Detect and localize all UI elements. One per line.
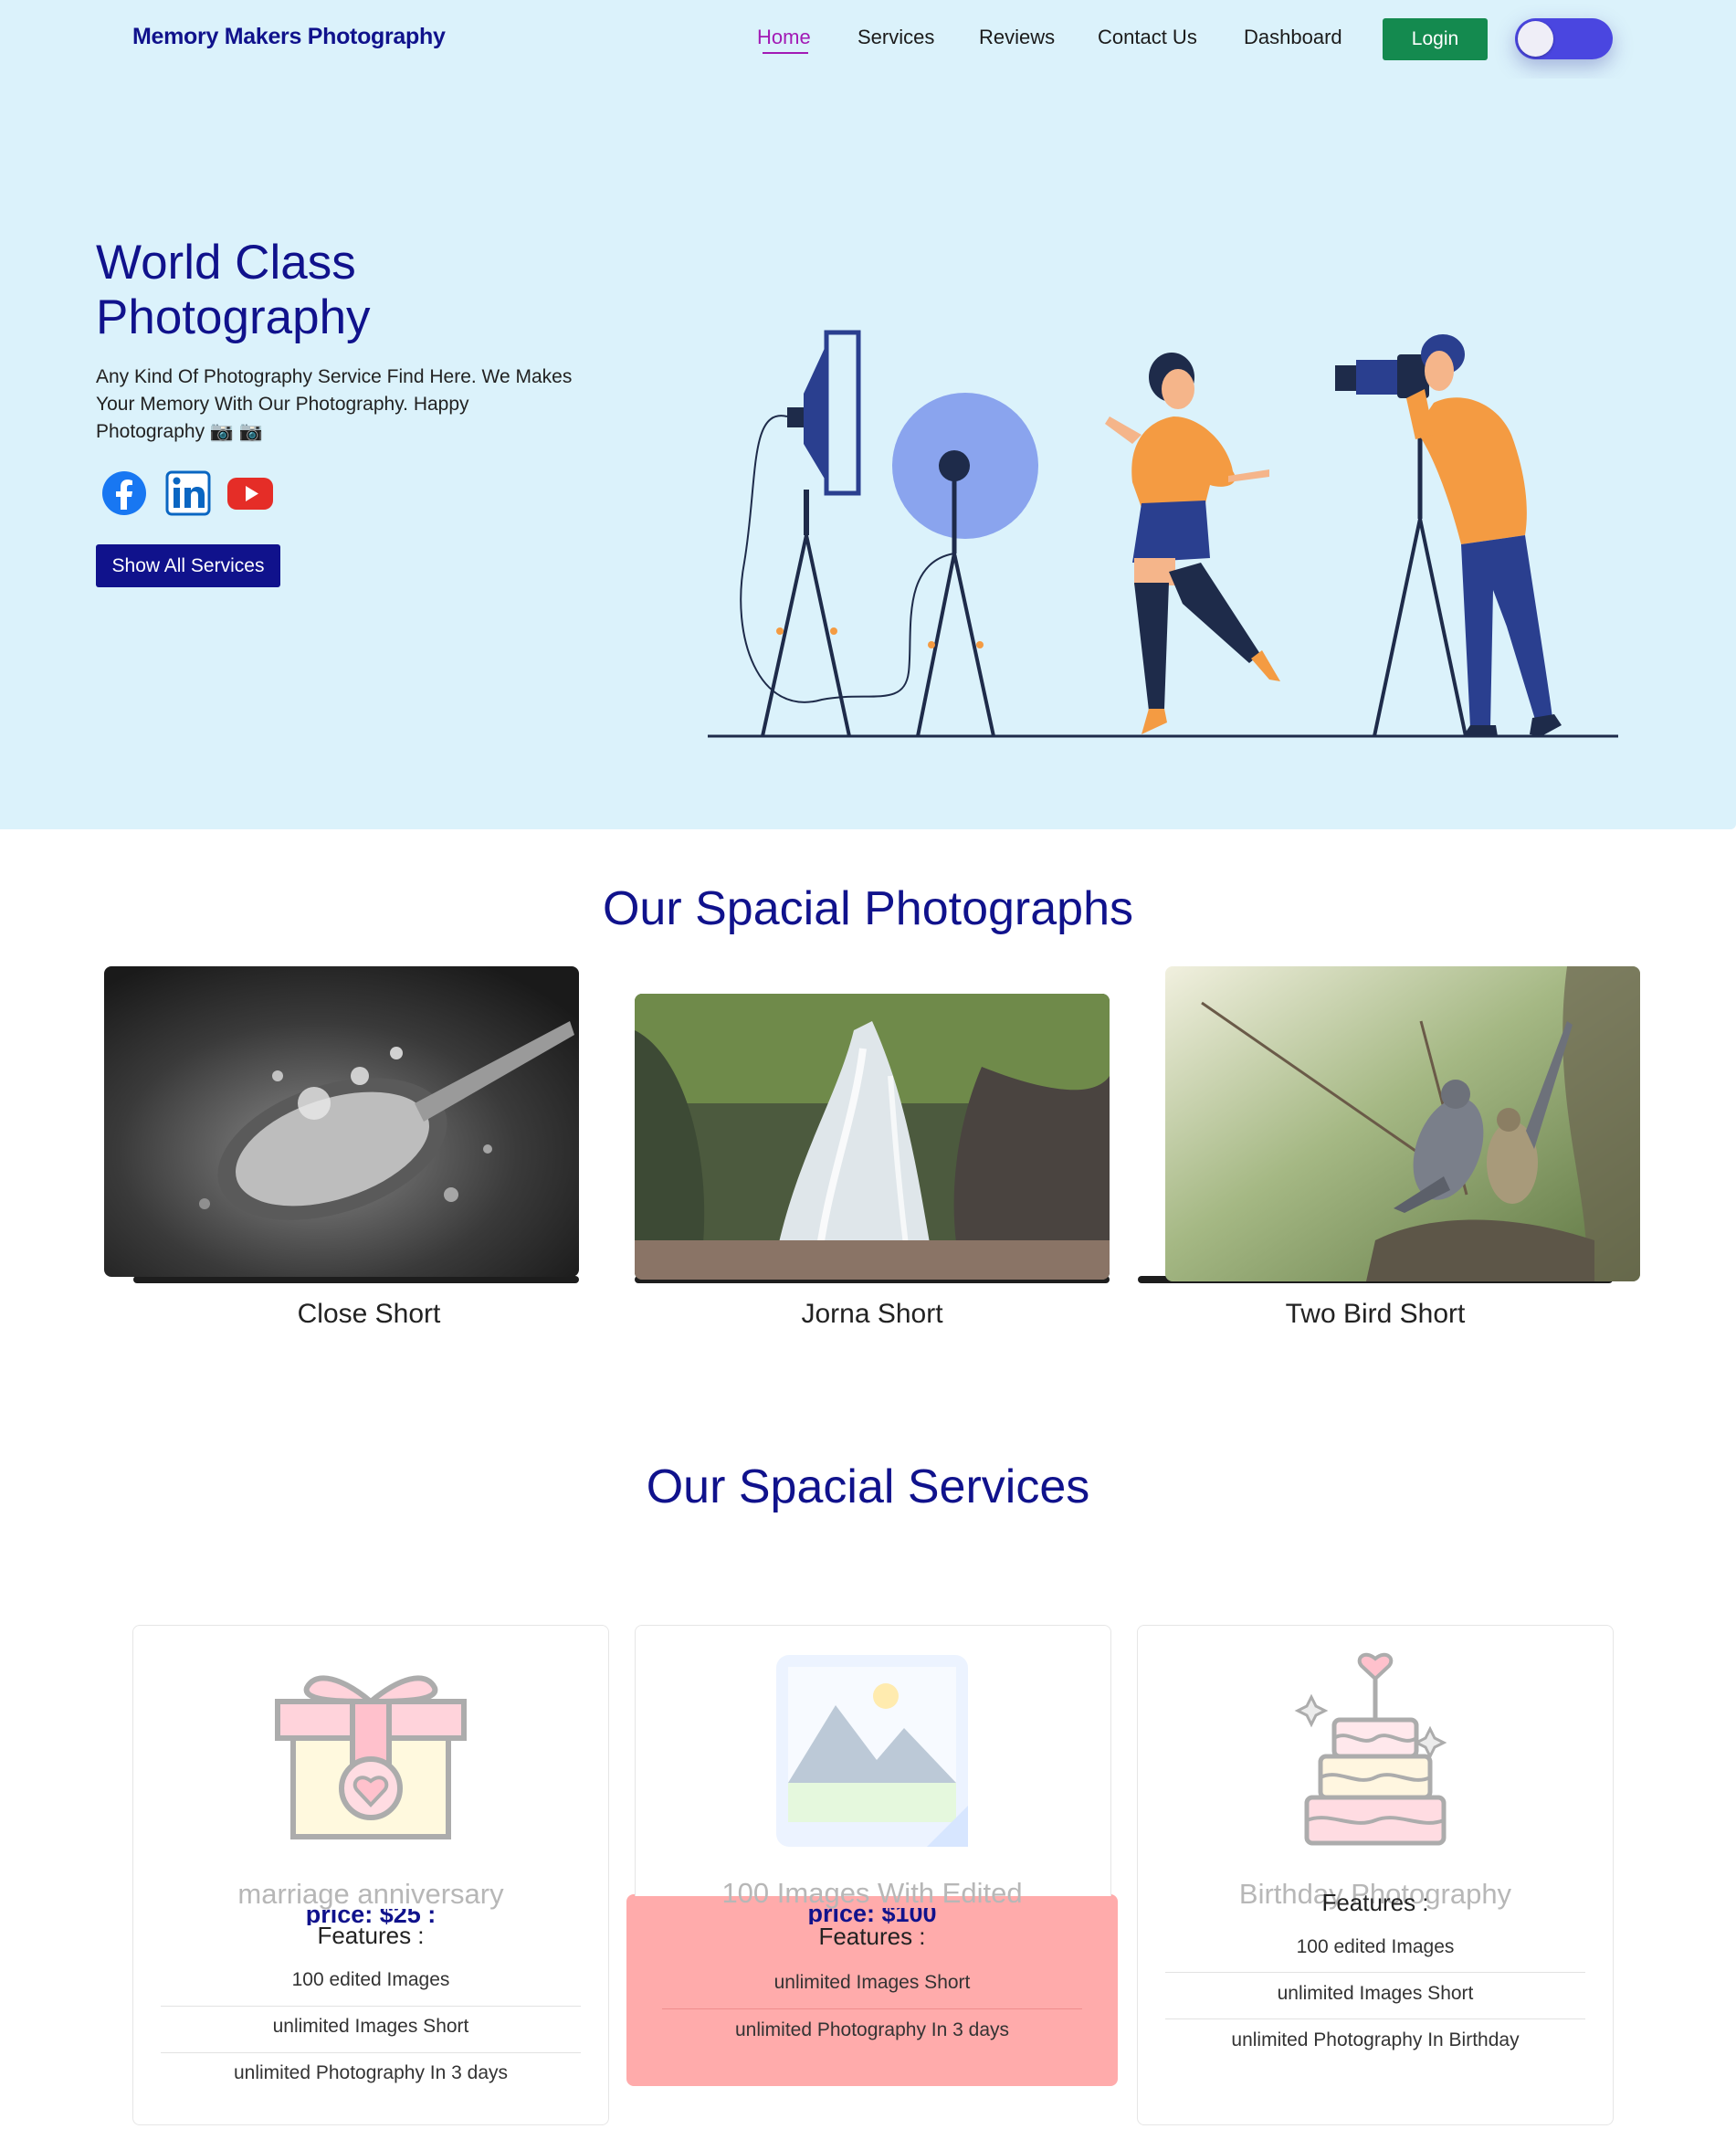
- feature-divider: [662, 2008, 1082, 2009]
- brand-logo[interactable]: Memory Makers Photography: [132, 24, 446, 50]
- feature-item: unlimited Photography In 3 days: [233, 2062, 509, 2083]
- feature-divider: [161, 2052, 581, 2053]
- waterfall-photo: [635, 994, 1110, 1280]
- features-heading: Features :: [1321, 1889, 1429, 1916]
- facebook-icon[interactable]: [100, 469, 148, 517]
- youtube-icon[interactable]: [226, 469, 274, 517]
- active-link-underline: [763, 52, 808, 54]
- gift-icon: [275, 1675, 467, 1839]
- service-name: marriage anniversary: [237, 1878, 504, 1910]
- navbar: Memory Makers Photography Home Services …: [0, 0, 1736, 79]
- spoon-photo: [104, 966, 579, 1277]
- show-all-services-button[interactable]: Show All Services: [96, 544, 280, 587]
- image-icon: [776, 1655, 968, 1847]
- feature-item: unlimited Images Short: [773, 1972, 971, 1993]
- feature-divider: [1165, 1972, 1585, 1973]
- features-heading: Features :: [317, 1922, 425, 1949]
- feature-item: unlimited Images Short: [1277, 1983, 1474, 2004]
- nav-link-home[interactable]: Home: [757, 26, 811, 49]
- feature-divider: [1165, 2018, 1585, 2019]
- gallery-card[interactable]: [635, 966, 1110, 1283]
- gallery-title: Our Spacial Photographs: [602, 882, 1133, 935]
- feature-item: 100 edited Images: [291, 1969, 450, 1990]
- photo-caption: Close Short: [297, 1299, 441, 1329]
- gallery-card[interactable]: [104, 966, 579, 1283]
- services-title: Our Spacial Services: [646, 1460, 1090, 1513]
- service-card[interactable]: Birthday Photography Features : 100 edit…: [1137, 1625, 1614, 2125]
- photo-shadow: [133, 1276, 579, 1283]
- nav-link-reviews[interactable]: Reviews: [979, 26, 1055, 49]
- login-button[interactable]: Login: [1383, 18, 1488, 60]
- service-name: 100 Images With Edited: [721, 1877, 1023, 1909]
- hero-title: World Class Photography: [96, 236, 371, 344]
- toggle-knob: [1518, 21, 1553, 57]
- feature-item: unlimited Photography In Birthday: [1231, 2029, 1520, 2050]
- birds-photo: [1165, 966, 1640, 1281]
- birthday-cake-icon: [1294, 1652, 1447, 1846]
- feature-item: unlimited Images Short: [272, 2016, 469, 2037]
- linkedin-icon[interactable]: [164, 469, 212, 517]
- nav-link-services[interactable]: Services: [857, 26, 934, 49]
- features-heading: Features :: [818, 1923, 926, 1950]
- service-card[interactable]: 100 Images With Edited price: $100 Featu…: [635, 1625, 1111, 2124]
- theme-toggle[interactable]: [1515, 18, 1613, 59]
- photo-caption: Jorna Short: [801, 1299, 943, 1329]
- photographer-illustration: [708, 330, 1618, 738]
- service-card[interactable]: marriage anniversary price: $25 : Featur…: [132, 1625, 609, 2125]
- feature-item: unlimited Photography In 3 days: [734, 2019, 1010, 2040]
- gallery-card[interactable]: [1138, 966, 1640, 1283]
- nav-link-dashboard[interactable]: Dashboard: [1244, 26, 1342, 49]
- hero-description: Any Kind Of Photography Service Find Her…: [96, 366, 573, 442]
- feature-item: 100 edited Images: [1296, 1936, 1455, 1957]
- nav-link-contact[interactable]: Contact Us: [1098, 26, 1197, 49]
- hero-section: World Class Photography Any Kind Of Phot…: [0, 79, 1736, 829]
- feature-divider: [161, 2006, 581, 2007]
- photo-caption: Two Bird Short: [1285, 1299, 1466, 1329]
